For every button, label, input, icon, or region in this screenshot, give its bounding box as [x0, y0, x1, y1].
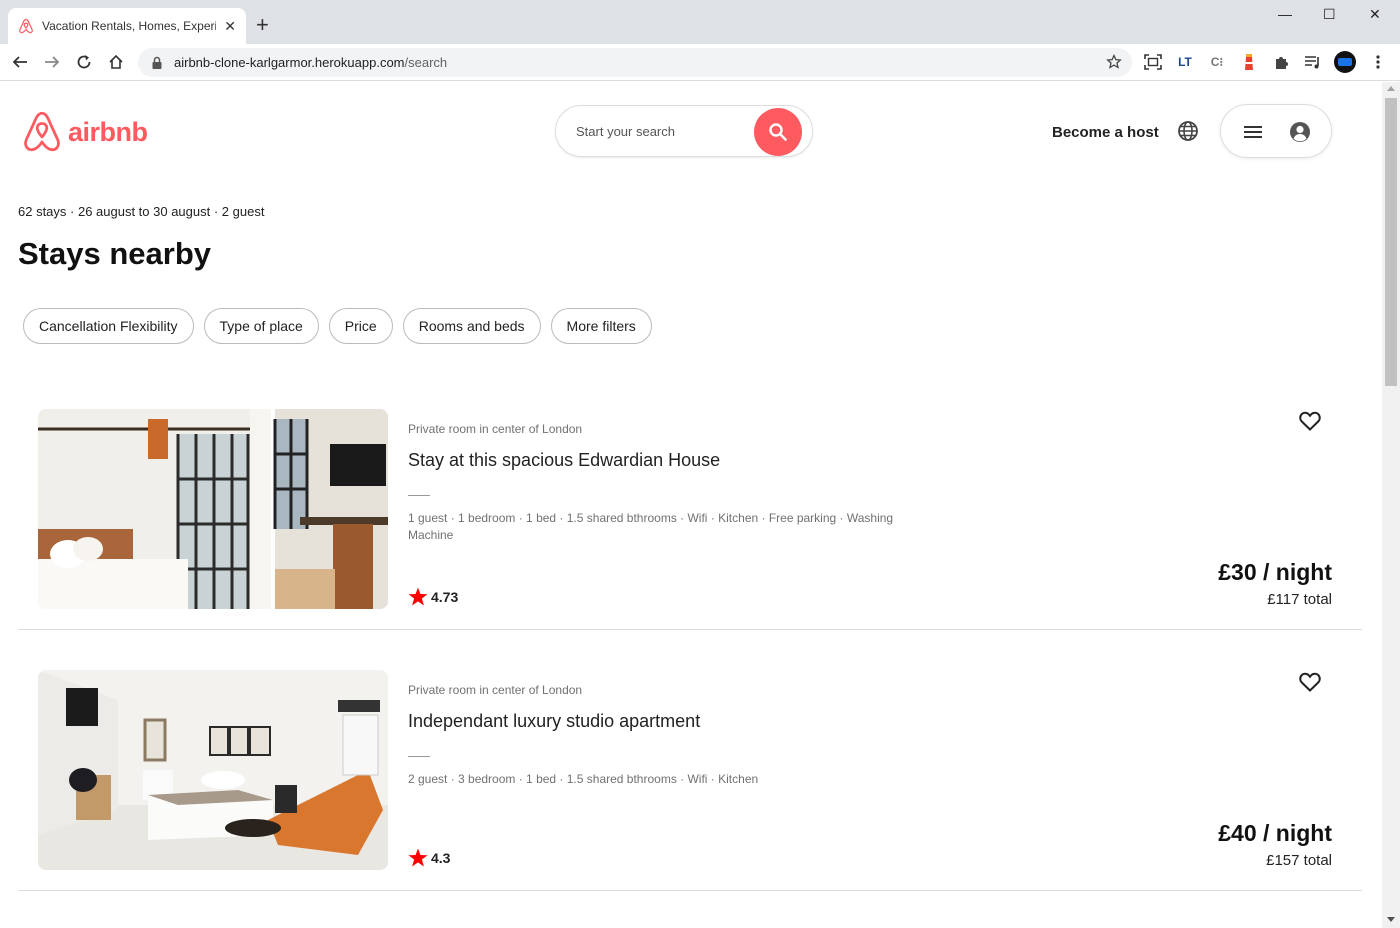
star-icon [408, 848, 428, 867]
filter-rooms-and-beds[interactable]: Rooms and beds [402, 308, 541, 344]
listing-card[interactable]: Private room in center of London Indepen… [18, 670, 1362, 891]
browser-tab[interactable]: Vacation Rentals, Homes, Experie ✕ [8, 8, 246, 44]
browser-tab-strip: Vacation Rentals, Homes, Experie ✕ + — ☐… [0, 0, 1400, 44]
window-close-icon[interactable]: ✕ [1369, 6, 1381, 23]
profile-avatar-icon[interactable] [1334, 51, 1356, 73]
scrollbar-thumb[interactable] [1385, 98, 1397, 386]
back-icon[interactable] [8, 50, 32, 74]
logo-wordmark: airbnb [68, 116, 148, 147]
forward-icon[interactable] [40, 50, 64, 74]
favorite-heart-icon[interactable] [1299, 672, 1321, 697]
search-icon [769, 123, 787, 141]
listing-card[interactable]: Private room in center of London Stay at… [18, 409, 1362, 630]
listing-amenities: 2 guest · 3 bedroom · 1 bed · 1.5 shared… [408, 772, 759, 786]
minimize-icon[interactable]: — [1278, 6, 1292, 22]
star-icon [408, 587, 428, 606]
scroll-up-arrow-icon[interactable] [1387, 86, 1395, 91]
stays-meta: 62 stays · 26 august to 30 august · 2 gu… [18, 204, 265, 219]
listing-amenities: 1 guest · 1 bedroom · 1 bed · 1.5 shared… [408, 511, 894, 542]
hamburger-menu-icon [1243, 124, 1263, 145]
filter-bar: Cancellation Flexibility Type of place P… [23, 308, 652, 344]
listing-rating: 4.3 [408, 848, 450, 867]
user-menu-button[interactable] [1220, 104, 1332, 158]
airbnb-logo-icon [24, 111, 60, 152]
listing-divider [408, 495, 430, 496]
user-avatar-icon [1289, 121, 1311, 148]
lt-extension-icon[interactable]: LT [1175, 52, 1195, 72]
listing-title[interactable]: Independant luxury studio apartment [408, 711, 700, 732]
airbnb-favicon-icon [18, 18, 34, 34]
new-tab-button[interactable]: + [256, 14, 269, 36]
globe-icon[interactable] [1177, 120, 1199, 142]
listing-title[interactable]: Stay at this spacious Edwardian House [408, 450, 720, 471]
scroll-down-arrow-icon[interactable] [1387, 917, 1395, 922]
address-bar[interactable]: airbnb-clone-karlgarmor.herokuapp.com /s… [138, 48, 1132, 77]
search-bar[interactable]: Start your search [555, 105, 813, 157]
listing-photo[interactable] [38, 409, 388, 609]
listing-photo[interactable] [38, 670, 388, 870]
listing-divider [408, 756, 430, 757]
url-path: /search [404, 55, 448, 70]
filter-type-of-place[interactable]: Type of place [203, 308, 319, 344]
page-content: airbnb Start your search Become a host 6… [0, 82, 1382, 928]
listing-type: Private room in center of London [408, 683, 583, 697]
listing-price: £40 / night [1218, 820, 1332, 846]
url-host: airbnb-clone-karlgarmor.herokuapp.com [174, 55, 405, 70]
filter-price[interactable]: Price [328, 308, 393, 344]
listing-price: £30 / night [1218, 559, 1332, 585]
favorite-heart-icon[interactable] [1299, 411, 1321, 436]
bookmark-star-icon[interactable] [1106, 53, 1122, 75]
search-placeholder: Start your search [576, 124, 675, 139]
listing-rating: 4.73 [408, 587, 458, 606]
page-title: Stays nearby [18, 236, 211, 271]
listing-total: £117 total [1267, 591, 1332, 608]
rating-value: 4.73 [431, 588, 459, 605]
extensions-puzzle-icon[interactable] [1271, 52, 1291, 72]
browser-menu-icon[interactable] [1368, 52, 1388, 72]
become-host-link[interactable]: Become a host [1052, 124, 1159, 141]
tab-close-icon[interactable]: ✕ [224, 19, 236, 33]
lighthouse-extension-icon[interactable] [1239, 52, 1259, 72]
maximize-icon[interactable]: ☐ [1323, 6, 1336, 23]
filter-more-filters[interactable]: More filters [550, 308, 652, 344]
filter-cancellation-flexibility[interactable]: Cancellation Flexibility [23, 308, 194, 344]
search-button[interactable] [754, 108, 802, 156]
lock-icon [150, 56, 164, 70]
css-extension-icon[interactable]: C⁝ [1207, 52, 1227, 72]
reload-icon[interactable] [72, 50, 96, 74]
page-scrollbar[interactable] [1382, 82, 1400, 928]
listing-total: £157 total [1266, 852, 1332, 869]
rating-value: 4.3 [431, 849, 451, 866]
tab-title: Vacation Rentals, Homes, Experie [42, 19, 217, 33]
browser-toolbar: airbnb-clone-karlgarmor.herokuapp.com /s… [0, 44, 1400, 81]
airbnb-logo[interactable]: airbnb [22, 110, 148, 154]
home-icon[interactable] [104, 50, 128, 74]
screenshot-extension-icon[interactable] [1143, 52, 1163, 72]
listing-type: Private room in center of London [408, 422, 583, 436]
reading-list-icon[interactable] [1303, 52, 1323, 72]
